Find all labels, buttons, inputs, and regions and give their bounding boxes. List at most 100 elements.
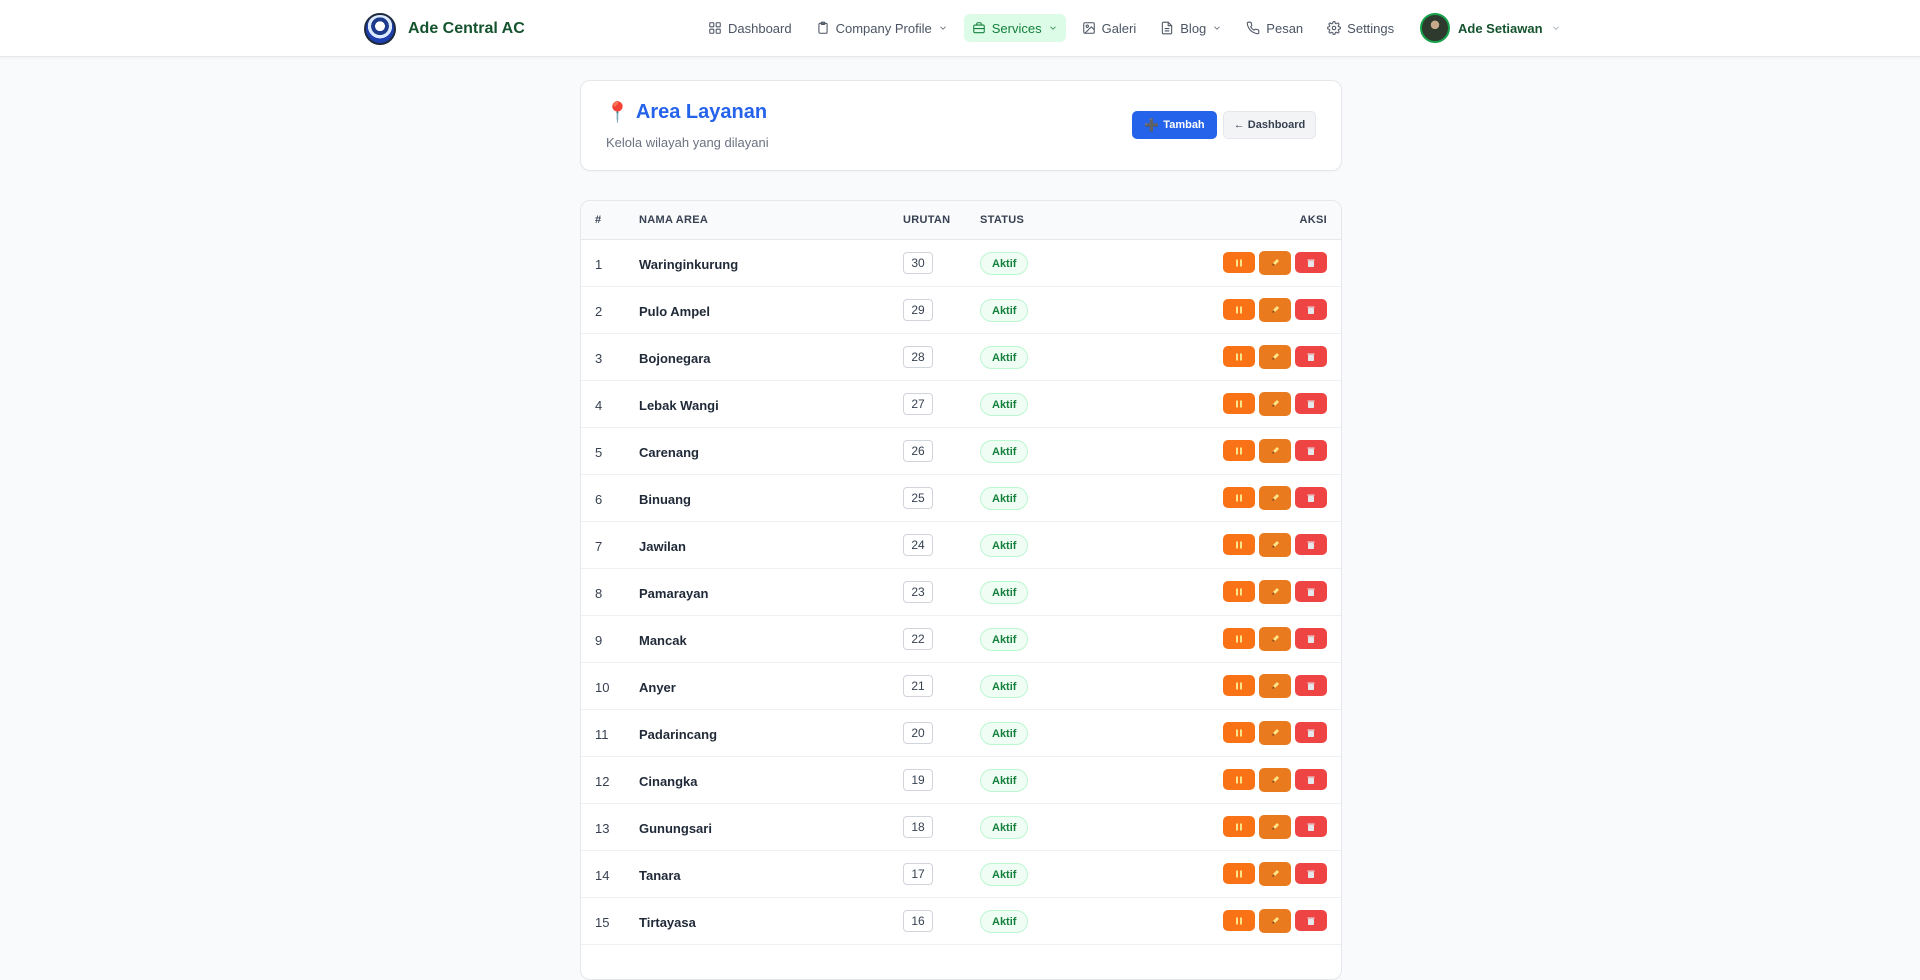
delete-button[interactable] [1295, 722, 1327, 743]
edit-button[interactable] [1259, 486, 1291, 510]
edit-button[interactable] [1259, 392, 1291, 416]
edit-button[interactable] [1259, 909, 1291, 933]
add-area-button[interactable]: ➕ Tambah [1132, 111, 1217, 139]
row-actions [1223, 533, 1327, 557]
pause-button[interactable] [1223, 863, 1255, 884]
status-badge: Aktif [980, 628, 1029, 651]
plus-icon: ➕ [1144, 118, 1160, 132]
pause-icon [1236, 259, 1242, 266]
pause-icon [1236, 635, 1242, 642]
nav-item-label: Galeri [1101, 20, 1137, 36]
nav-item-settings[interactable]: Settings [1319, 14, 1402, 42]
nav-item-label: Company Profile [835, 20, 932, 36]
area-name: Pamarayan [639, 586, 709, 601]
edit-button[interactable] [1259, 533, 1291, 557]
order-value: 18 [903, 816, 933, 838]
delete-button[interactable] [1295, 487, 1327, 508]
user-menu[interactable]: Ade Setiawan [1420, 12, 1561, 44]
pause-button[interactable] [1223, 440, 1255, 461]
table-row: 13 Gunungsari 18 Aktif [581, 804, 1341, 851]
pause-button[interactable] [1223, 910, 1255, 931]
phone-icon [1246, 21, 1260, 35]
nav-item-galeri[interactable]: Galeri [1074, 14, 1145, 42]
order-value: 27 [903, 393, 933, 415]
pause-button[interactable] [1223, 675, 1255, 696]
edit-button[interactable] [1259, 862, 1291, 886]
table-row: 4 Lebak Wangi 27 Aktif [581, 381, 1341, 428]
pause-button[interactable] [1223, 299, 1255, 320]
order-value: 28 [903, 346, 933, 368]
delete-button[interactable] [1295, 675, 1327, 696]
status-badge: Aktif [980, 722, 1029, 745]
delete-button[interactable] [1295, 252, 1327, 273]
row-number: 3 [595, 351, 603, 366]
back-to-dashboard-button[interactable]: ← Dashboard [1223, 111, 1316, 139]
pause-button[interactable] [1223, 534, 1255, 555]
pause-icon [1236, 306, 1242, 313]
edit-button[interactable] [1259, 439, 1291, 463]
pause-button[interactable] [1223, 581, 1255, 602]
edit-button[interactable] [1259, 345, 1291, 369]
nav-item-label: Services [991, 20, 1042, 36]
edit-button[interactable] [1259, 768, 1291, 792]
delete-button[interactable] [1295, 863, 1327, 884]
row-number: 4 [595, 398, 603, 413]
nav-item-services[interactable]: Services [963, 14, 1066, 42]
add-button-label: Tambah [1163, 119, 1205, 131]
order-value: 19 [903, 769, 933, 791]
edit-button[interactable] [1259, 580, 1291, 604]
order-value: 16 [903, 910, 933, 932]
pause-icon [1236, 917, 1242, 924]
pause-button[interactable] [1223, 252, 1255, 273]
pause-button[interactable] [1223, 628, 1255, 649]
nav-item-company-profile[interactable]: Company Profile [808, 14, 956, 42]
row-number: 7 [595, 539, 603, 554]
area-name: Mancak [639, 633, 687, 648]
title-row: 📍 Area Layanan [605, 101, 767, 124]
delete-button[interactable] [1295, 440, 1327, 461]
edit-button[interactable] [1259, 251, 1291, 275]
pencil-icon [1272, 306, 1279, 313]
pause-button[interactable] [1223, 722, 1255, 743]
area-name: Jawilan [639, 539, 686, 554]
pause-button[interactable] [1223, 393, 1255, 414]
area-name: Bojonegara [639, 351, 711, 366]
status-badge: Aktif [980, 440, 1029, 463]
pause-icon [1236, 400, 1242, 407]
brand[interactable]: Ade Central AC [364, 12, 525, 46]
edit-button[interactable] [1259, 721, 1291, 745]
edit-button[interactable] [1259, 298, 1291, 322]
pause-button[interactable] [1223, 816, 1255, 837]
delete-button[interactable] [1295, 816, 1327, 837]
pause-button[interactable] [1223, 769, 1255, 790]
pause-icon [1236, 682, 1242, 689]
nav-item-dashboard[interactable]: Dashboard [700, 14, 800, 42]
row-actions [1223, 909, 1327, 933]
order-value: 20 [903, 722, 933, 744]
table-row: 3 Bojonegara 28 Aktif [581, 334, 1341, 381]
status-badge: Aktif [980, 534, 1029, 557]
pencil-icon [1272, 917, 1279, 924]
page-title: Area Layanan [635, 101, 768, 123]
edit-button[interactable] [1259, 815, 1291, 839]
nav-item-pesan[interactable]: Pesan [1238, 14, 1311, 42]
nav-item-blog[interactable]: Blog [1152, 14, 1230, 42]
pause-button[interactable] [1223, 487, 1255, 508]
status-badge: Aktif [980, 863, 1029, 886]
table-row: 8 Pamarayan 23 Aktif [581, 569, 1341, 616]
trash-icon [1307, 306, 1315, 314]
delete-button[interactable] [1295, 910, 1327, 931]
delete-button[interactable] [1295, 769, 1327, 790]
delete-button[interactable] [1295, 299, 1327, 320]
edit-button[interactable] [1259, 627, 1291, 651]
status-badge: Aktif [980, 675, 1029, 698]
delete-button[interactable] [1295, 346, 1327, 367]
delete-button[interactable] [1295, 534, 1327, 555]
row-actions [1223, 486, 1327, 510]
delete-button[interactable] [1295, 581, 1327, 602]
edit-button[interactable] [1259, 674, 1291, 698]
delete-button[interactable] [1295, 393, 1327, 414]
trash-icon [1307, 823, 1315, 831]
pause-button[interactable] [1223, 346, 1255, 367]
delete-button[interactable] [1295, 628, 1327, 649]
